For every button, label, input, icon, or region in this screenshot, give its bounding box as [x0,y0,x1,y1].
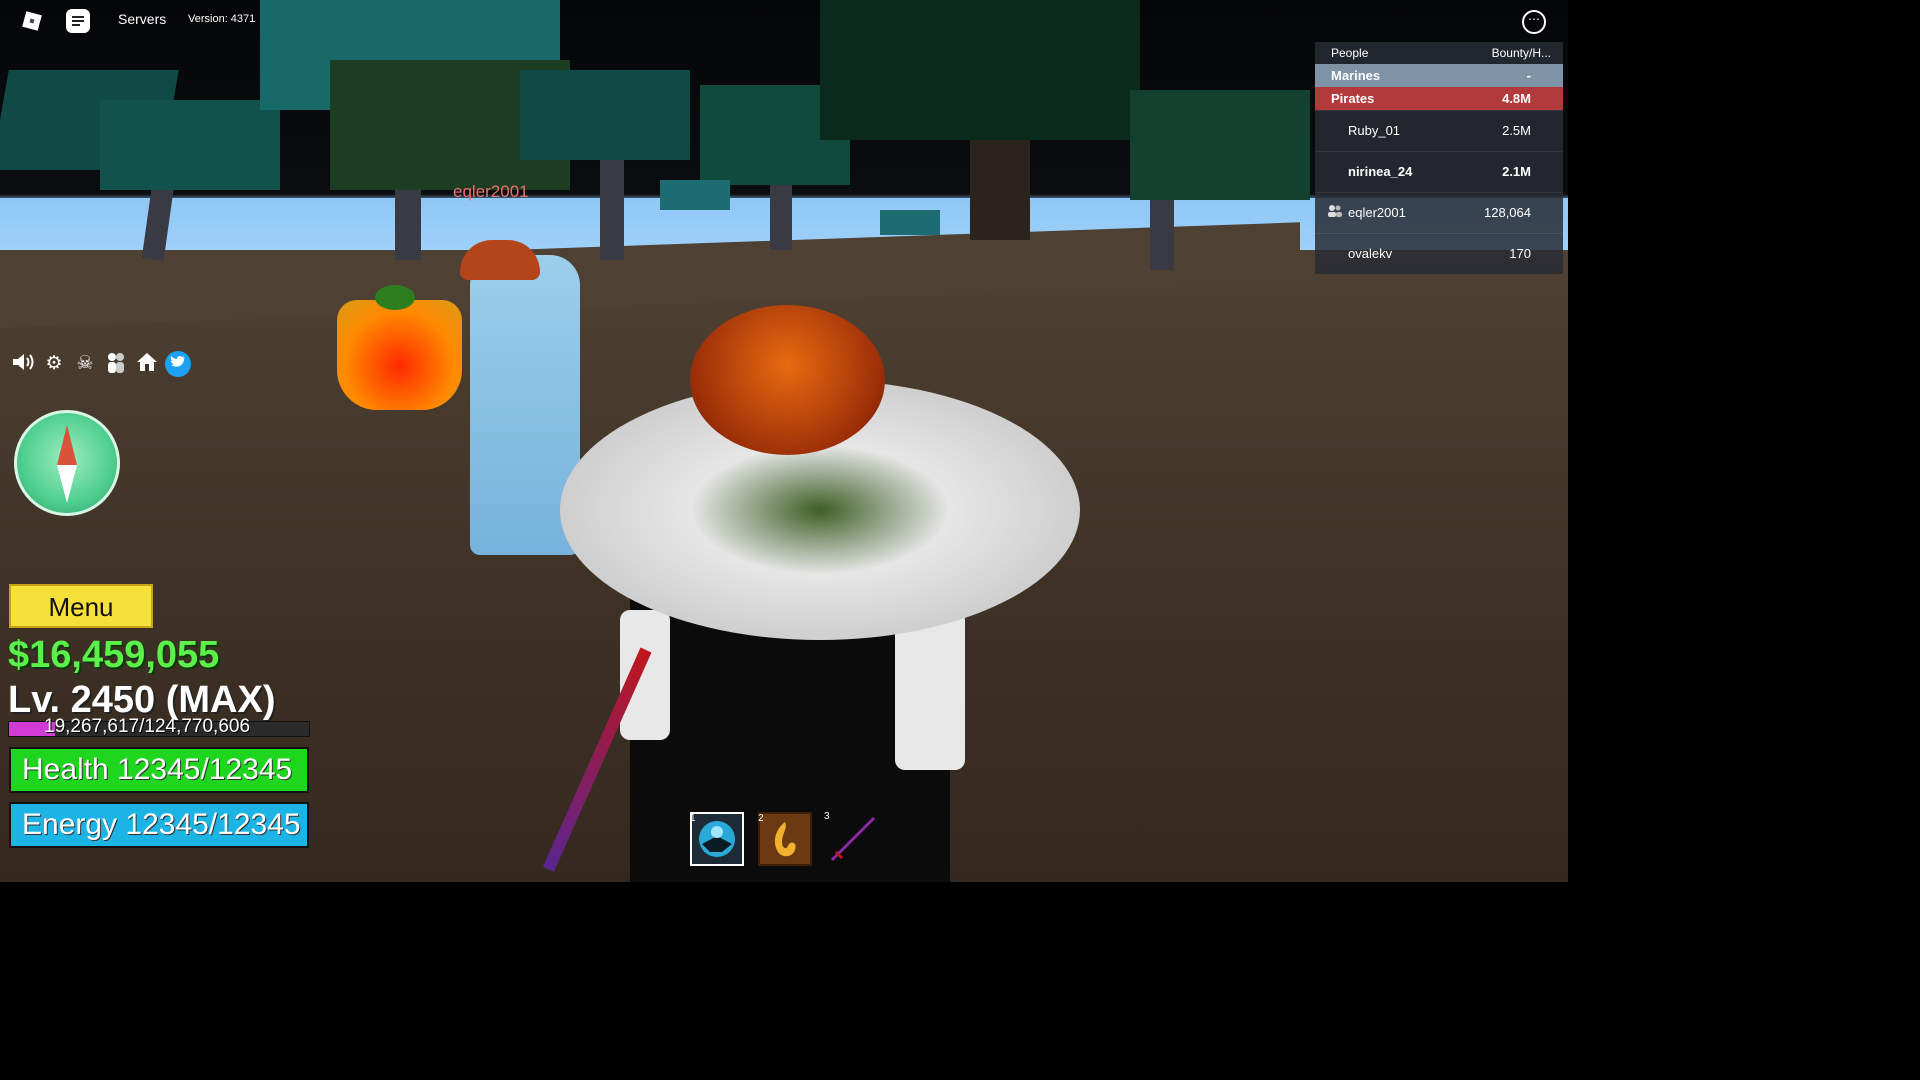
player-row[interactable]: ovalekv 170 [1315,233,1563,274]
crew-icon[interactable] [103,351,129,377]
speaker-icon[interactable] [10,351,36,377]
sword-icon [830,816,876,862]
team-value: - [1526,68,1531,83]
menu-button[interactable]: Menu [9,584,153,628]
hotbar-slot-number: 1 [690,813,696,824]
fighting-style-icon [699,821,735,857]
more-options-icon[interactable]: ⋯ [1522,10,1546,34]
fruit-stem [375,285,415,310]
player-row-self[interactable]: nirinea_24 2.1M [1315,151,1563,192]
version-label: Version: 4371 [188,13,256,25]
team-row-pirates[interactable]: Pirates 4.8M [1315,87,1563,110]
compass-needle-icon [57,425,77,503]
compass[interactable] [14,410,120,516]
player-bounty: 2.5M [1502,123,1531,138]
tree-canopy [880,210,940,235]
friend-icon [1327,193,1343,233]
hotbar-slot-number: 2 [758,813,764,824]
player-name: Ruby_01 [1348,123,1401,138]
money-display: $16,459,055 [8,634,220,676]
tree-canopy [660,180,730,210]
player-row[interactable]: eqler2001 128,064 [1315,192,1563,233]
player-bounty: 2.1M [1502,164,1531,179]
team-name: Marines [1331,68,1381,83]
tree-canopy [1130,90,1310,200]
player-arm [895,610,965,770]
hotbar-slot-3[interactable]: 3 [824,811,880,866]
player-bounty: 128,064 [1484,205,1531,220]
team-row-marines[interactable]: Marines - [1315,64,1563,87]
player-hair [690,305,885,455]
tree-canopy [100,100,280,190]
player-list-header: People Bounty/H... [1315,42,1563,64]
team-value: 4.8M [1502,91,1531,106]
energy-bar: Energy 12345/12345 [9,802,309,848]
player-name: nirinea_24 [1348,164,1413,179]
player-list-column-label: Bounty/H... [1491,46,1551,60]
xp-text: 19,267,617/124,770,606 [44,716,251,737]
player-name: ovalekv [1348,246,1393,261]
pirate-flag-icon[interactable]: ☠ [72,351,98,377]
player-row[interactable]: Ruby_01 2.5M [1315,110,1563,151]
hotbar-slot-number: 3 [824,811,830,822]
fruit-icon [774,822,796,857]
health-bar: Health 12345/12345 [9,747,309,793]
home-icon[interactable] [134,351,160,377]
servers-button[interactable]: Servers [118,11,166,27]
player-bounty: 170 [1509,246,1531,261]
hotbar-slot-2[interactable]: 2 [758,812,812,866]
hotbar-slot-1[interactable]: 1 [690,812,744,866]
player-name: eqler2001 [1348,205,1406,220]
twitter-icon[interactable] [165,351,191,377]
player-list: People Bounty/H... Marines - Pirates 4.8… [1315,42,1563,274]
top-bar: Servers Version: 4371 ⋯ [0,0,1568,40]
gear-icon[interactable]: ⚙ [41,351,67,377]
tree-canopy [520,70,690,160]
player-list-header-label: People [1331,46,1369,60]
player-nametag: eqler2001 [453,182,529,201]
flame-fruit[interactable] [337,300,462,410]
chat-icon[interactable] [66,9,90,33]
roblox-logo-icon[interactable] [20,9,44,33]
team-name: Pirates [1331,91,1375,106]
